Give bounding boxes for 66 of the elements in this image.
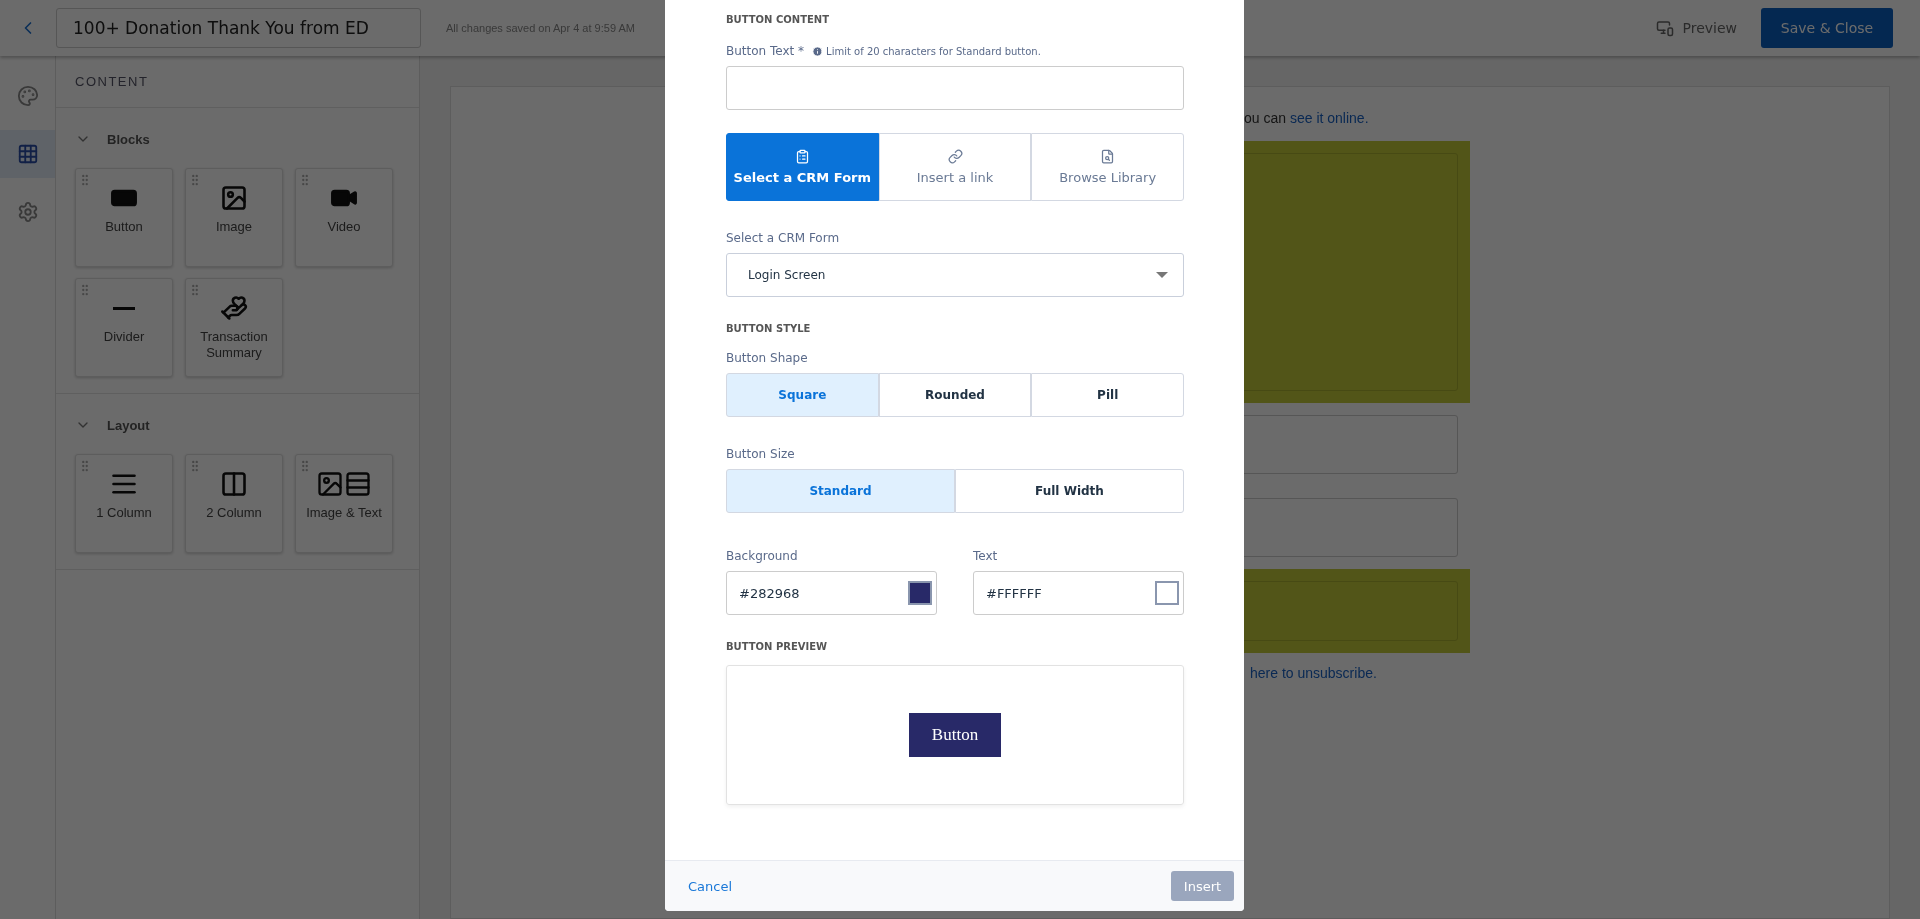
hand-heart-icon [220,294,248,322]
field-label: Button Size [726,447,795,461]
field-hint: Limit of 20 characters for Standard button. [826,45,1041,57]
save-close-button[interactable]: Save & Close [1761,8,1893,48]
block-tile[interactable]: Image & Text [295,454,393,553]
two-column-icon [220,470,248,498]
block-tile[interactable]: 1 Column [75,454,173,553]
form-icon [794,149,810,164]
shape-option[interactable]: Square [726,373,879,417]
tile-label: Image [214,219,254,235]
email-text: ou can see it online. [1244,110,1370,126]
image-text-icon [316,470,372,498]
tile-label: Image & Text [305,505,383,521]
color-swatch[interactable] [908,581,932,605]
panel-title: CONTENT [75,74,149,89]
tile-label: Divider [102,329,146,345]
tile-label: Transaction Summary [199,329,269,361]
color-swatch[interactable] [1155,581,1179,605]
preview-button[interactable]: Preview [1649,18,1743,38]
devices-icon [1655,19,1674,37]
title-field[interactable]: 100+ Donation Thank You from ED [56,8,421,48]
sidebar-tab[interactable] [0,130,55,178]
link-icon [947,149,963,164]
button-text-field[interactable] [726,66,1184,110]
settings-icon [16,201,39,223]
tile-label: Button [104,219,144,235]
image-icon [220,184,248,212]
tile-label: 1 Column [95,505,153,521]
divider-icon [113,306,135,310]
link-type-tab[interactable]: Select a CRM Form [726,133,879,201]
field-label: Button Shape [726,351,808,365]
online-link[interactable]: see it online. [1289,110,1369,126]
section-title: Blocks [107,131,150,147]
block-tile[interactable]: Divider [75,278,173,377]
color-field[interactable]: #282968 [726,571,937,615]
block-tile[interactable]: Video [295,168,393,267]
section-title: Layout [107,417,150,433]
section-heading: BUTTON STYLE [726,322,811,334]
shape-option[interactable]: Rounded [878,373,1032,417]
link-type-tab[interactable]: Browse Library [1031,133,1184,201]
section-heading: BUTTON CONTENT [726,13,830,25]
crm-form-dropdown[interactable]: Login Screen [726,253,1184,297]
link-type-tab[interactable]: Insert a link [878,133,1032,201]
size-option[interactable]: Full Width [955,469,1184,513]
info-icon [812,45,824,57]
cancel-link[interactable]: Cancel [688,878,733,894]
caret-icon [1156,272,1168,278]
tile-label: 2 Column [205,505,263,521]
unsubscribe-link[interactable]: here to unsubscribe. [1250,665,1377,681]
size-option[interactable]: Standard [726,469,955,513]
field-label: Text [973,549,998,563]
block-tile[interactable]: Button [75,168,173,267]
file-search-icon [1100,149,1116,164]
field-label: Background [726,549,798,563]
preview-button[interactable]: Button [909,713,1001,757]
section-heading: BUTTON PREVIEW [726,640,828,652]
color-field[interactable]: #FFFFFF [973,571,1184,615]
block-tile[interactable]: 2 Column [185,454,283,553]
field-label: Button Text * [726,44,805,58]
palette-icon [16,85,39,107]
field-label: Select a CRM Form [726,231,840,245]
block-tile[interactable]: Transaction Summary [185,278,283,377]
tile-label: Video [326,219,362,235]
grid-icon [16,143,39,165]
block-tile[interactable]: Image [185,168,283,267]
shape-option[interactable]: Pill [1031,373,1184,417]
